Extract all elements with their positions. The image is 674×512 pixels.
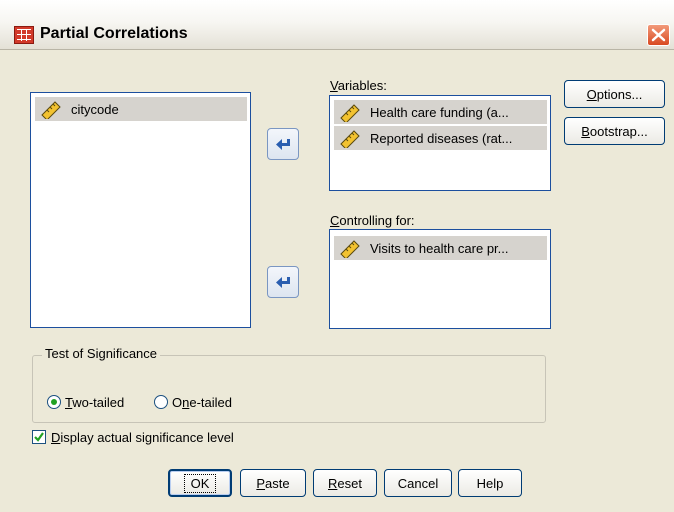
paste-button[interactable]: Paste bbox=[240, 469, 306, 497]
list-item-label: Visits to health care pr... bbox=[370, 240, 509, 256]
controlling-for-label: Controlling for: bbox=[330, 213, 415, 228]
list-item[interactable]: Visits to health care pr... bbox=[334, 236, 547, 260]
ruler-scale-icon bbox=[340, 240, 360, 258]
ruler-scale-icon bbox=[340, 104, 360, 122]
list-item-label: Reported diseases (rat... bbox=[370, 130, 513, 146]
one-tailed-label: One-tailed bbox=[172, 395, 232, 410]
significance-group bbox=[32, 355, 546, 423]
cancel-button[interactable]: Cancel bbox=[384, 469, 452, 497]
bootstrap-button[interactable]: Bootstrap... bbox=[564, 117, 665, 145]
list-item[interactable]: Health care funding (a... bbox=[334, 100, 547, 124]
reset-button[interactable]: Reset bbox=[313, 469, 377, 497]
ruler-scale-icon bbox=[41, 101, 61, 119]
options-button[interactable]: Options... bbox=[564, 80, 665, 108]
source-variable-list[interactable]: citycode bbox=[30, 92, 251, 328]
arrow-left-icon bbox=[276, 139, 290, 150]
title-bar[interactable]: Partial Correlations bbox=[0, 0, 674, 50]
list-item[interactable]: Reported diseases (rat... bbox=[334, 126, 547, 150]
list-item-label: Health care funding (a... bbox=[370, 104, 509, 120]
ruler-scale-icon bbox=[340, 130, 360, 148]
variables-list[interactable]: Health care funding (a... Reported disea… bbox=[329, 95, 551, 191]
variables-label: Variables: bbox=[330, 78, 387, 93]
help-button[interactable]: Help bbox=[458, 469, 522, 497]
move-to-variables-button[interactable] bbox=[267, 128, 299, 160]
app-table-icon bbox=[14, 26, 34, 44]
close-button[interactable] bbox=[647, 24, 670, 46]
display-significance-label: Display actual significance level bbox=[51, 430, 234, 445]
one-tailed-radio[interactable] bbox=[154, 395, 168, 409]
arrow-left-icon bbox=[276, 277, 290, 288]
two-tailed-label: Two-tailed bbox=[65, 395, 125, 410]
list-item-label: citycode bbox=[71, 101, 119, 117]
move-to-controlling-button[interactable] bbox=[267, 266, 299, 298]
controlling-for-list[interactable]: Visits to health care pr... bbox=[329, 229, 551, 329]
significance-group-title: Test of Significance bbox=[42, 346, 161, 361]
display-significance-checkbox[interactable] bbox=[32, 430, 46, 444]
list-item[interactable]: citycode bbox=[35, 97, 247, 121]
checkmark-icon bbox=[34, 432, 44, 442]
two-tailed-radio[interactable] bbox=[47, 395, 61, 409]
close-icon bbox=[651, 28, 666, 42]
window-title: Partial Correlations bbox=[40, 25, 188, 42]
ok-button[interactable]: OK bbox=[168, 469, 232, 497]
